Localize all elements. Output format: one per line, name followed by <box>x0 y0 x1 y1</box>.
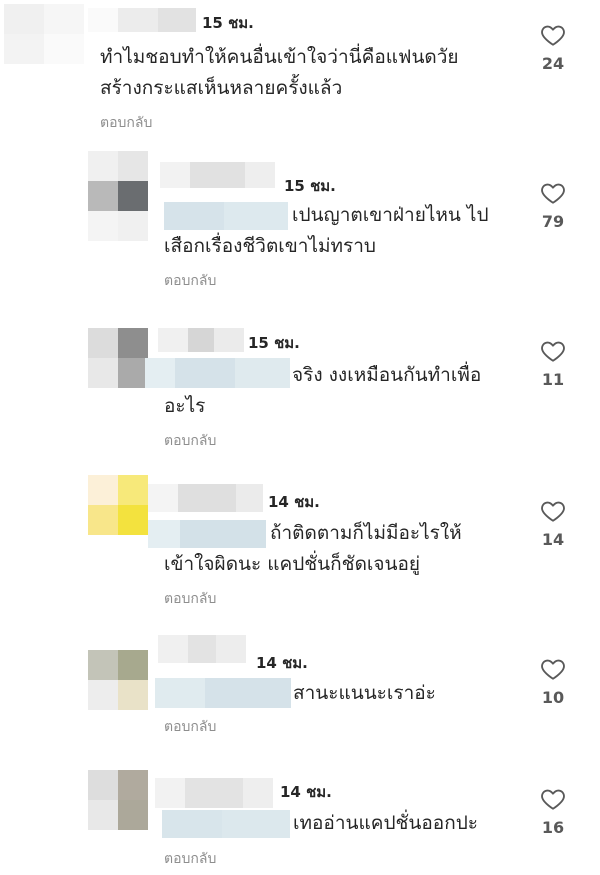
comment-item: 15 ชม. เปนญาตเขาฝ่ายไหน ไป เสือกเรื่องชี… <box>0 140 600 300</box>
reply-button[interactable]: ตอบกลับ <box>164 588 216 610</box>
like-control[interactable]: 79 <box>533 180 573 231</box>
username-blurred[interactable] <box>158 635 246 663</box>
like-count: 79 <box>541 212 565 231</box>
avatar[interactable] <box>4 4 84 64</box>
comment-line: เทออ่านแคปชั่นออกปะ <box>293 812 478 834</box>
reply-button[interactable]: ตอบกลับ <box>164 430 216 452</box>
comment-timestamp: 15 ชม. <box>248 334 300 352</box>
like-count: 14 <box>541 530 565 549</box>
like-count: 16 <box>541 818 565 837</box>
reply-button[interactable]: ตอบกลับ <box>164 716 216 738</box>
heart-outline-icon[interactable] <box>540 338 566 364</box>
heart-outline-icon[interactable] <box>540 786 566 812</box>
comment-item: 14 ชม. เทออ่านแคปชั่นออกปะ ตอบกลับ 16 <box>0 760 600 875</box>
like-control[interactable]: 24 <box>533 22 573 73</box>
comment-timestamp: 15 ชม. <box>284 177 336 195</box>
reply-button[interactable]: ตอบกลับ <box>164 270 216 292</box>
comment-text: ถ้าติดตามก็ไม่มีอะไรให้ เข้าใจผิดนะ แคปช… <box>164 518 462 580</box>
like-count: 24 <box>541 54 565 73</box>
username-blurred[interactable] <box>158 328 244 352</box>
like-control[interactable]: 14 <box>533 498 573 549</box>
comment-timestamp: 14 ชม. <box>256 654 308 672</box>
comment-item: 14 ชม. สานะแนนะเราอ่ะ ตอบกลับ 10 <box>0 620 600 760</box>
like-count: 11 <box>541 370 565 389</box>
like-control[interactable]: 16 <box>533 786 573 837</box>
avatar[interactable] <box>88 328 148 388</box>
comment-line: จริง งงเหมือนกันทำเพื่อ <box>292 364 482 386</box>
comment-line: ถ้าติดตามก็ไม่มีอะไรให้ <box>270 522 462 544</box>
comment-line: ทำไมชอบทำให้คนอื่นเข้าใจว่านี่คือแฟนดวัย <box>100 46 459 68</box>
username-blurred[interactable] <box>148 484 263 512</box>
like-count: 10 <box>541 688 565 707</box>
reply-button[interactable]: ตอบกลับ <box>164 848 216 870</box>
username-blurred[interactable] <box>160 162 275 188</box>
heart-outline-icon[interactable] <box>540 498 566 524</box>
mention-blurred[interactable] <box>162 810 290 838</box>
comment-timestamp: 14 ชม. <box>268 493 320 511</box>
comment-line: เข้าใจผิดนะ แคปชั่นก็ชัดเจนอยู่ <box>164 553 421 575</box>
comment-text: เปนญาตเขาฝ่ายไหน ไป เสือกเรื่องชีวิตเขาไ… <box>164 200 489 262</box>
comment-item: 14 ชม. ถ้าติดตามก็ไม่มีอะไรให้ เข้าใจผิด… <box>0 460 600 620</box>
avatar[interactable] <box>88 770 148 830</box>
like-control[interactable]: 10 <box>533 656 573 707</box>
comment-text: ทำไมชอบทำให้คนอื่นเข้าใจว่านี่คือแฟนดวัย… <box>100 42 459 104</box>
heart-outline-icon[interactable] <box>540 180 566 206</box>
avatar[interactable] <box>88 650 148 710</box>
reply-button[interactable]: ตอบกลับ <box>100 112 152 134</box>
comment-line: สานะแนนะเราอ่ะ <box>293 682 436 704</box>
comment-line: อะไร <box>164 395 206 417</box>
comment-timestamp: 14 ชม. <box>280 783 332 801</box>
comment-item: 15 ชม. จริง งงเหมือนกันทำเพื่อ อะไร ตอบก… <box>0 300 600 460</box>
avatar[interactable] <box>88 151 148 241</box>
like-control[interactable]: 11 <box>533 338 573 389</box>
heart-outline-icon[interactable] <box>540 656 566 682</box>
comment-text: เทออ่านแคปชั่นออกปะ <box>293 808 478 839</box>
username-blurred[interactable] <box>155 778 273 808</box>
comment-timestamp: 15 ชม. <box>202 14 254 32</box>
avatar[interactable] <box>88 475 148 535</box>
mention-blurred[interactable] <box>155 678 291 708</box>
comment-line: สร้างกระแสเห็นหลายครั้งแล้ว <box>100 77 343 99</box>
comment-line: เปนญาตเขาฝ่ายไหน ไป <box>292 204 489 226</box>
comment-item: 15 ชม. ทำไมชอบทำให้คนอื่นเข้าใจว่านี่คือ… <box>0 0 600 140</box>
heart-outline-icon[interactable] <box>540 22 566 48</box>
username-blurred[interactable] <box>88 8 196 32</box>
comment-line: เสือกเรื่องชีวิตเขาไม่ทราบ <box>164 235 376 257</box>
comment-text: สานะแนนะเราอ่ะ <box>293 678 436 709</box>
comment-text: จริง งงเหมือนกันทำเพื่อ อะไร <box>164 360 481 422</box>
